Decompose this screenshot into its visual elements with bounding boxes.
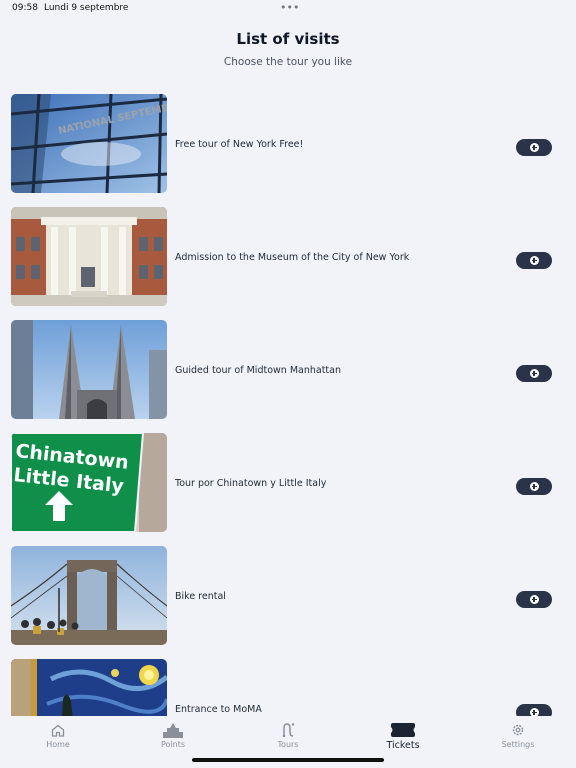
visit-row-bike-rental[interactable]: Bike rental [0,546,576,646]
visit-label: Bike rental [175,591,226,602]
points-icon [138,722,208,738]
add-visit-button[interactable] [516,252,552,269]
add-visit-button[interactable] [516,478,552,495]
tab-points[interactable]: Points [138,722,208,749]
plus-circle-icon [529,256,539,265]
status-bar: 09:58 Lundi 9 septembre ••• [0,0,576,18]
home-indicator[interactable] [192,758,384,762]
plus-circle-icon [529,708,539,716]
plus-circle-icon [529,369,539,378]
visit-row-moma[interactable]: Entrance to MoMA [0,659,576,716]
plus-circle-icon [529,143,539,152]
tab-label: Tickets [386,740,420,751]
multitask-dots[interactable]: ••• [280,1,299,14]
visit-row-free-tour[interactable]: NATIONAL SEPTEMBER 11 MEMORIAL MUSEUM Fr… [0,94,576,194]
visit-label: Admission to the Museum of the City of N… [175,252,410,263]
status-time: 09:58 [12,3,38,13]
visit-label: Entrance to MoMA [175,704,262,715]
visit-image-cathedral [11,320,167,419]
visit-image-brooklyn-bridge [11,546,167,645]
add-visit-button[interactable] [516,591,552,608]
plus-circle-icon [529,595,539,604]
tab-label: Tours [277,740,299,749]
home-icon [23,722,93,738]
tab-label: Points [160,740,186,749]
visit-row-midtown[interactable]: Guided tour of Midtown Manhattan [0,320,576,420]
tab-label: Settings [501,740,535,749]
plus-circle-icon [529,482,539,491]
visit-label: Tour por Chinatown y Little Italy [175,478,327,489]
page-subtitle: Choose the tour you like [223,56,353,68]
tab-home[interactable]: Home [23,722,93,749]
tab-settings[interactable]: Settings [483,722,553,749]
tours-icon [253,722,323,738]
tab-label: Home [46,740,70,749]
visit-row-chinatown[interactable]: Chinatown Little Italy Tour por Chinatow… [0,433,576,533]
page-title: List of visits [236,30,340,48]
visit-image-museum-city [11,207,167,306]
visits-list[interactable]: NATIONAL SEPTEMBER 11 MEMORIAL MUSEUM Fr… [0,94,576,716]
visit-label: Guided tour of Midtown Manhattan [175,365,341,376]
visit-image-memorial-museum: NATIONAL SEPTEMBER 11 MEMORIAL MUSEUM [11,94,167,193]
add-visit-button[interactable] [516,139,552,156]
tickets-icon [368,722,438,738]
tab-tours[interactable]: Tours [253,722,323,749]
add-visit-button[interactable] [516,704,552,716]
settings-icon [483,722,553,738]
tab-tickets[interactable]: Tickets [368,722,438,751]
visit-image-chinatown-sign: Chinatown Little Italy [11,433,167,532]
visit-image-starry-night [11,659,167,716]
visit-label: Free tour of New York Free! [175,139,304,150]
status-date: Lundi 9 septembre [44,3,129,13]
visit-row-museum-city[interactable]: Admission to the Museum of the City of N… [0,207,576,307]
add-visit-button[interactable] [516,365,552,382]
